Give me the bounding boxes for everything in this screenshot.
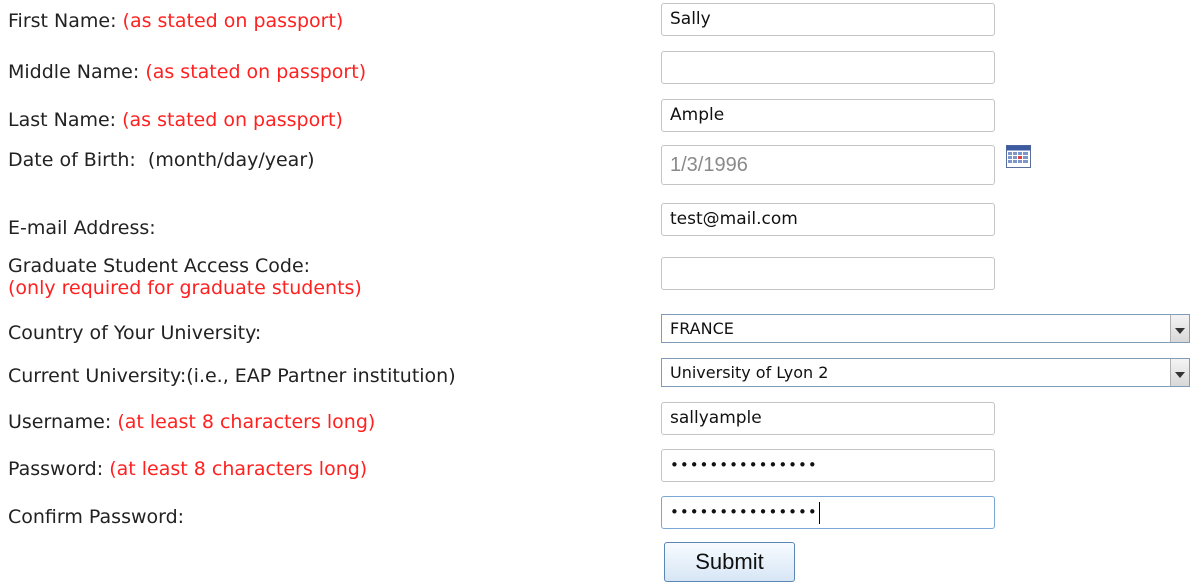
country-select[interactable]: FRANCE xyxy=(661,314,1190,343)
username-input[interactable]: sallyample xyxy=(661,402,995,435)
last-name-label-text: Last Name: xyxy=(8,109,117,131)
email-label-text: E-mail Address: xyxy=(8,217,156,239)
grad-code-hint: (only required for graduate students) xyxy=(8,277,362,299)
password-label: Password: (at least 8 characters long) xyxy=(8,457,367,481)
university-label: Current University:(i.e., EAP Partner in… xyxy=(8,364,456,388)
username-hint: (at least 8 characters long) xyxy=(117,411,376,433)
text-caret xyxy=(818,501,820,524)
middle-name-label: Middle Name: (as stated on passport) xyxy=(8,60,366,84)
email-label: E-mail Address: xyxy=(8,216,156,240)
calendar-icon[interactable] xyxy=(1006,145,1031,168)
first-name-label-text: First Name: xyxy=(8,10,117,32)
confirm-password-input[interactable]: ••••••••••••••• xyxy=(661,496,995,529)
username-label: Username: (at least 8 characters long) xyxy=(8,410,375,434)
university-select-value: University of Lyon 2 xyxy=(670,363,829,382)
first-name-hint: (as stated on passport) xyxy=(122,10,344,32)
chevron-down-icon[interactable] xyxy=(1170,315,1189,342)
middle-name-input[interactable] xyxy=(661,51,995,84)
country-label-text: Country of Your University: xyxy=(8,322,262,344)
grad-code-label: Graduate Student Access Code: (only requ… xyxy=(8,255,362,299)
confirm-password-label-text: Confirm Password: xyxy=(8,506,185,528)
country-label: Country of Your University: xyxy=(8,321,261,345)
dob-input[interactable]: 1/3/1996 xyxy=(661,145,995,185)
university-select[interactable]: University of Lyon 2 xyxy=(661,358,1190,387)
confirm-password-label: Confirm Password: xyxy=(8,505,184,529)
dob-label: Date of Birth: (month/day/year) xyxy=(8,148,315,172)
chevron-down-icon[interactable] xyxy=(1170,359,1189,386)
password-input[interactable]: ••••••••••••••• xyxy=(661,449,995,482)
middle-name-hint: (as stated on passport) xyxy=(145,61,367,83)
email-input[interactable]: test@mail.com xyxy=(661,203,995,236)
grad-code-label-text: Graduate Student Access Code: xyxy=(8,255,311,277)
submit-button[interactable]: Submit xyxy=(664,542,795,582)
grad-code-input[interactable] xyxy=(661,257,995,290)
last-name-hint: (as stated on passport) xyxy=(122,109,343,131)
last-name-label: Last Name: (as stated on passport) xyxy=(8,108,343,132)
dob-format-hint: (month/day/year) xyxy=(147,149,315,171)
middle-name-label-text: Middle Name: xyxy=(8,61,140,83)
first-name-label: First Name: (as stated on passport) xyxy=(8,9,343,33)
last-name-input[interactable]: Ample xyxy=(661,99,995,132)
dob-label-text: Date of Birth: xyxy=(8,149,136,171)
country-select-value: FRANCE xyxy=(670,319,734,338)
first-name-input[interactable]: Sally xyxy=(661,3,995,36)
confirm-password-value: ••••••••••••••• xyxy=(670,503,818,521)
username-label-text: Username: xyxy=(8,411,112,433)
password-hint: (at least 8 characters long) xyxy=(109,458,368,480)
password-label-text: Password: xyxy=(8,458,104,480)
university-label-text: Current University:(i.e., EAP Partner in… xyxy=(8,365,456,387)
